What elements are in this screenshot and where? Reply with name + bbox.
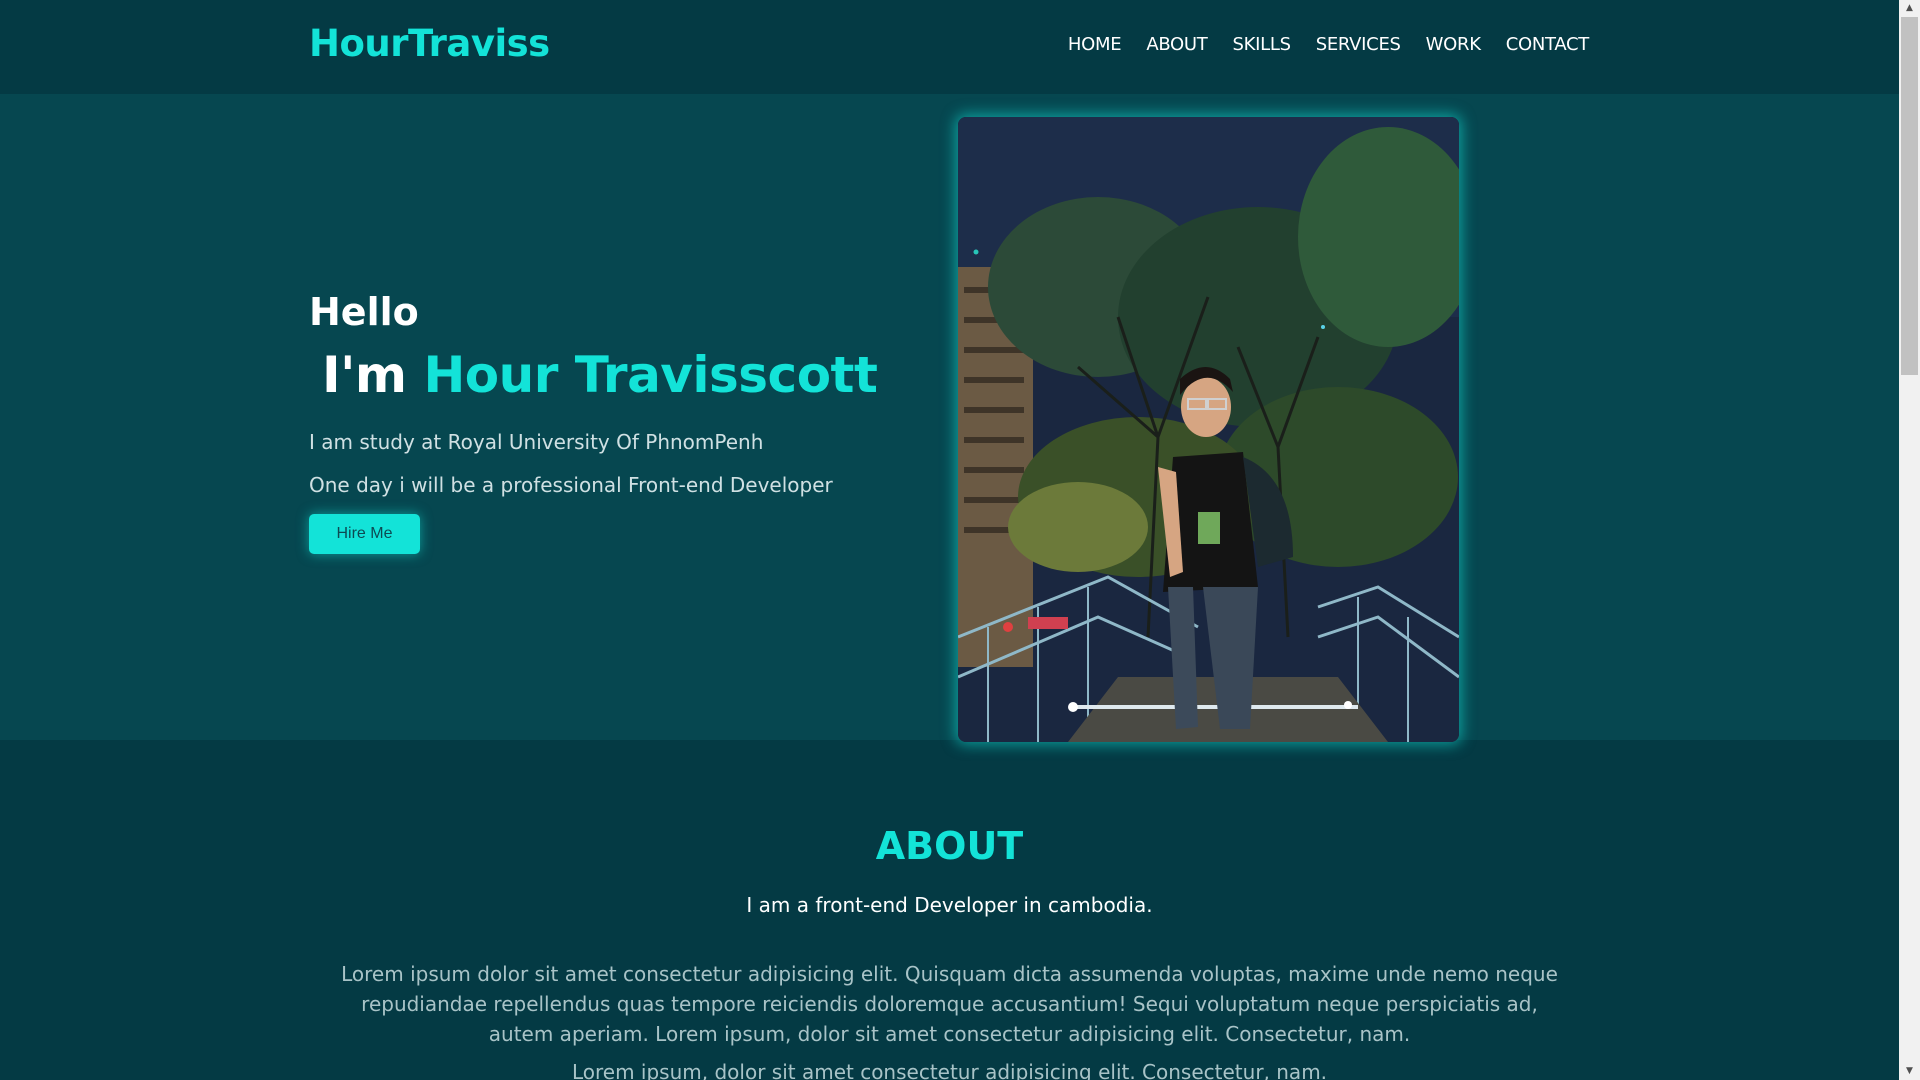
- nav-home[interactable]: HOME: [1068, 34, 1122, 55]
- hire-me-button[interactable]: Hire Me: [309, 514, 420, 554]
- scrollbar-thumb[interactable]: [1901, 17, 1918, 375]
- nav-about[interactable]: ABOUT: [1146, 34, 1207, 55]
- site-header: HourTraviss HOME ABOUT SKILLS SERVICES W…: [0, 0, 1899, 94]
- hero-line-2: One day i will be a professional Front-e…: [309, 473, 833, 497]
- hero-name: Hour Travisscott: [423, 346, 878, 404]
- nav-services[interactable]: SERVICES: [1316, 34, 1401, 55]
- hero-greeting: Hello: [309, 290, 419, 334]
- profile-photo: [958, 117, 1459, 742]
- nav-skills[interactable]: SKILLS: [1233, 34, 1292, 55]
- about-subtitle: I am a front-end Developer in cambodia.: [746, 893, 1153, 917]
- about-paragraph-2: Lorem ipsum, dolor sit amet consectetur …: [571, 1060, 1328, 1080]
- about-title: ABOUT: [875, 824, 1024, 868]
- hero-line-1: I am study at Royal University Of PhnomP…: [309, 430, 764, 454]
- site-logo[interactable]: HourTraviss: [309, 22, 550, 65]
- hero-section: Hello I'm Hour Travisscott I am study at…: [0, 94, 1899, 742]
- nav-work[interactable]: WORK: [1426, 34, 1481, 55]
- about-paragraph: Lorem ipsum dolor sit amet consectetur a…: [341, 962, 1558, 1046]
- hero-headline: I'm Hour Travisscott: [322, 346, 878, 404]
- main-nav: HOME ABOUT SKILLS SERVICES WORK CONTACT: [1068, 34, 1589, 55]
- nav-contact[interactable]: CONTACT: [1506, 34, 1590, 55]
- vertical-scrollbar[interactable]: ▲ ▼: [1899, 0, 1920, 1080]
- triangle-up-icon[interactable]: ▲: [1899, 0, 1920, 17]
- triangle-down-icon[interactable]: ▼: [1899, 1063, 1920, 1080]
- hero-intro-prefix: I'm: [322, 346, 407, 404]
- page: HourTraviss HOME ABOUT SKILLS SERVICES W…: [0, 0, 1899, 1080]
